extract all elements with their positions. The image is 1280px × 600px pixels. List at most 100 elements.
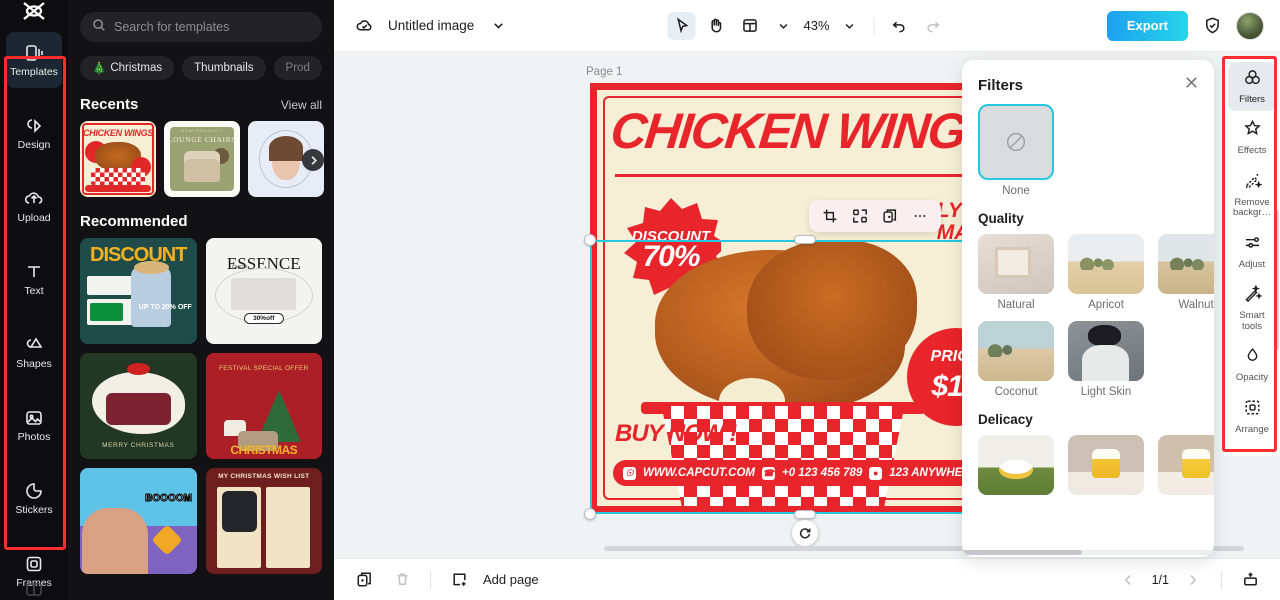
filter-label: Light Skin (1080, 386, 1132, 398)
recents-thumbnails: CHICKEN WINGS NEW PRODUCT LOUNGE CHAIRS (68, 121, 334, 197)
tool-remove-background[interactable]: Remove backgr… (1228, 165, 1276, 225)
sidebar-item-photos[interactable]: Photos (6, 397, 62, 453)
duplicate-button[interactable] (877, 203, 903, 229)
phone-icon: ☎ (762, 466, 775, 480)
export-button[interactable]: Export (1106, 10, 1188, 41)
add-page-icon[interactable] (445, 566, 473, 594)
crop-button[interactable] (817, 203, 843, 229)
close-icon[interactable] (1183, 74, 1200, 96)
chip-christmas[interactable]: 🎄 Christmas (80, 56, 175, 80)
sidebar-item-design[interactable]: Design (6, 105, 62, 161)
layout-chevron-down-icon[interactable] (769, 12, 797, 40)
layout-tool-button[interactable] (735, 12, 763, 40)
recents-header: Recents View all (68, 80, 334, 121)
select-tool-button[interactable] (667, 11, 696, 40)
redo-button[interactable] (919, 12, 947, 40)
filter-label: Natural (997, 299, 1035, 311)
present-button[interactable] (1236, 566, 1264, 594)
sidebar-item-templates[interactable]: Templates (6, 32, 62, 88)
recents-view-all[interactable]: View all (281, 98, 322, 112)
template-card-christmas-wish-list[interactable]: MY CHRISTMAS WISH LIST (205, 468, 322, 574)
capcut-logo[interactable] (0, 0, 68, 22)
template-card-essence[interactable]: CapCut ESSENCE 30%off (205, 238, 322, 344)
recent-thumb-lounge-chairs[interactable]: NEW PRODUCT LOUNGE CHAIRS (164, 121, 240, 197)
template-card-merry-christmas[interactable]: MERRY CHRISTMAS (80, 353, 197, 459)
chevron-down-icon[interactable] (484, 12, 512, 40)
tool-label: Opacity (1235, 372, 1269, 384)
topbar-left: Untitled image (350, 12, 512, 40)
zoom-chevron-down-icon[interactable] (836, 12, 864, 40)
filter-light-skin[interactable]: Light Skin (1068, 321, 1144, 398)
delete-page-button[interactable] (388, 566, 416, 594)
sidebar-item-label: Upload (17, 211, 51, 224)
tool-effects[interactable]: Effects (1228, 113, 1276, 162)
no-filter-icon[interactable] (978, 104, 1054, 180)
bottom-toolbar: Add page 1/1 (334, 558, 1280, 600)
more-options-button[interactable] (907, 203, 933, 229)
filter-apricot[interactable]: Apricot (1068, 234, 1144, 311)
smart-tools-icon (1243, 284, 1263, 308)
toolbar-divider (873, 16, 875, 35)
filter-label: None (1002, 185, 1030, 197)
search-placeholder: Search for templates (114, 20, 230, 34)
filter-natural[interactable]: Natural (978, 234, 1054, 311)
tool-smart-tools[interactable]: Smart tools (1228, 278, 1276, 338)
template-card-christmas-festival[interactable]: FESTIVAL SPECIAL OFFER CHRISTMAS (205, 353, 322, 459)
stickers-icon (24, 481, 44, 501)
cloud-check-icon[interactable] (350, 12, 378, 40)
avatar[interactable] (1236, 11, 1264, 40)
prev-page-button[interactable] (1114, 566, 1142, 594)
hand-tool-button[interactable] (701, 12, 729, 40)
filter-coconut[interactable]: Coconut (978, 321, 1054, 398)
shield-check-icon[interactable] (1198, 12, 1226, 40)
poster-artwork[interactable]: CHICKEN WINGS DISCOUNT 70% ONLY ON MAY 2… (590, 83, 1020, 513)
duplicate-page-button[interactable] (350, 566, 378, 594)
sidebar-item-label: Stickers (15, 503, 53, 516)
search-input[interactable]: Search for templates (80, 12, 322, 42)
filter-grid-quality: Natural Apricot Walnut Coconut Light Ski… (978, 234, 1214, 398)
filters-panel-body[interactable]: None Quality Natural Apricot Walnut Coco… (962, 104, 1214, 534)
recent-thumb-chicken-wings[interactable]: CHICKEN WINGS (80, 121, 156, 197)
recommended-grid: DISCOUNT UP TO 20% OFF CapCut ESSENCE 30%… (68, 238, 334, 574)
tool-opacity[interactable]: Opacity (1228, 340, 1276, 389)
filter-none[interactable]: None (978, 104, 1054, 197)
document-title[interactable]: Untitled image (388, 18, 474, 33)
right-rail-scrollbar[interactable] (1275, 210, 1279, 350)
poster-website: WWW.CAPCUT.COM (643, 467, 755, 479)
chevron-right-icon[interactable] (302, 149, 324, 171)
sidebar-item-partial[interactable] (0, 582, 68, 600)
sidebar-item-stickers[interactable]: Stickers (6, 470, 62, 526)
chip-thumbnails[interactable]: Thumbnails (182, 56, 266, 80)
tool-filters[interactable]: Filters (1228, 62, 1276, 112)
tool-adjust[interactable]: Adjust (1228, 227, 1276, 276)
replace-button[interactable] (847, 203, 873, 229)
template-card-booom[interactable]: BOOOOM (80, 468, 197, 574)
template-card-discount[interactable]: DISCOUNT UP TO 20% OFF (80, 238, 197, 344)
add-page-label[interactable]: Add page (483, 572, 539, 587)
topbar-right: Export (1106, 10, 1264, 41)
filters-panel-header: Filters (962, 60, 1214, 104)
filter-label: Coconut (994, 386, 1038, 398)
filter-walnut[interactable]: Walnut (1158, 234, 1214, 311)
sidebar-item-text[interactable]: Text (6, 251, 62, 307)
right-tool-rail: Filters Effects Remove backgr… Adjust Sm… (1224, 56, 1280, 456)
category-chips: 🎄 Christmas Thumbnails Prod (68, 42, 334, 80)
topbar-center-tools: 43% (667, 11, 947, 40)
filter-delicacy-1[interactable] (978, 435, 1054, 495)
rotate-icon[interactable] (792, 520, 818, 546)
filters-panel-scrollbar[interactable] (962, 550, 1214, 555)
chip-products[interactable]: Prod (273, 56, 322, 80)
next-page-button[interactable] (1179, 566, 1207, 594)
opacity-icon (1243, 346, 1262, 370)
frames-icon (24, 554, 44, 574)
sidebar-item-upload[interactable]: Upload (6, 178, 62, 234)
filter-delicacy-2[interactable] (1068, 435, 1144, 495)
templates-panel: Search for templates 🎄 Christmas Thumbna… (68, 0, 334, 600)
filter-delicacy-3[interactable] (1158, 435, 1214, 495)
undo-button[interactable] (885, 12, 913, 40)
tool-label: Effects (1237, 145, 1267, 157)
filter-label: Walnut (1178, 299, 1214, 311)
tool-arrange[interactable]: Arrange (1228, 392, 1276, 441)
sidebar-item-shapes[interactable]: Shapes (6, 324, 62, 380)
left-rail-items: Templates Design Upload Text Shapes Phot… (0, 32, 68, 600)
